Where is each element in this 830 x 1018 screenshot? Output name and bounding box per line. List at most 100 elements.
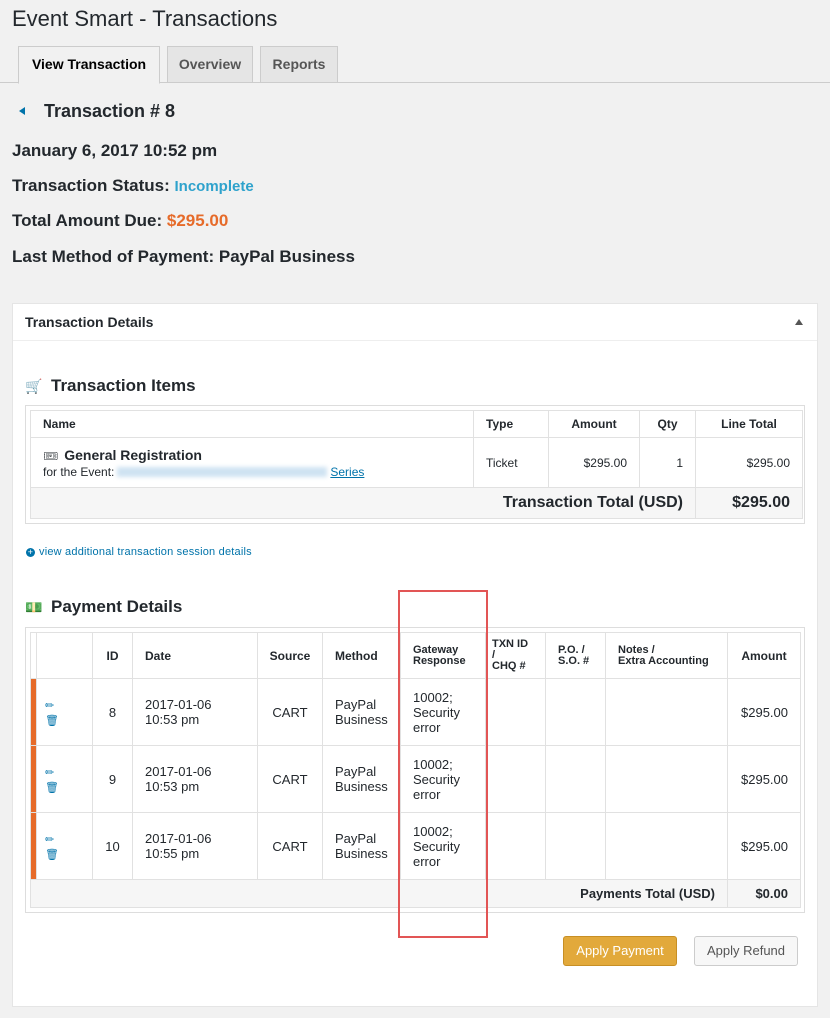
payments-total-label: Payments Total (USD) (30, 879, 728, 908)
plus-circle-icon: + (26, 546, 35, 557)
transaction-date: January 6, 2017 10:52 pm (12, 141, 218, 160)
table-row: ✏🗑 10 2017-01-06 10:55 pm CART PayPal Busi… (30, 812, 801, 880)
tab-bar: View Transaction Overview Reports (0, 46, 830, 84)
payment-amount: $295.00 (727, 678, 801, 746)
col-line-total: Line Total (695, 410, 803, 438)
trash-icon[interactable]: 🗑 (45, 782, 59, 794)
gateway-response: 10002; Security error (400, 678, 486, 746)
pencil-icon[interactable]: ✏ (45, 834, 54, 846)
ticket-icon: 🎟 (43, 448, 59, 463)
back-arrow-icon[interactable] (19, 107, 25, 115)
col-txn-id: TXN ID / CHQ # (485, 632, 546, 679)
event-link[interactable]: Series (330, 465, 364, 479)
panel-header[interactable]: Transaction Details (13, 304, 817, 341)
transaction-total-row: Transaction Total (USD) $295.00 (30, 487, 803, 519)
row-actions: ✏🗑 (36, 678, 93, 746)
payment-id: 9 (92, 745, 133, 813)
col-id: ID (92, 632, 133, 679)
transaction-status: Transaction Status: Incomplete (12, 176, 254, 196)
gateway-response: 10002; Security error (400, 745, 486, 813)
item-amount: $295.00 (548, 437, 640, 488)
col-source: Source (257, 632, 323, 679)
tab-reports[interactable]: Reports (260, 46, 338, 83)
pencil-icon[interactable]: ✏ (45, 700, 54, 712)
tab-overview[interactable]: Overview (167, 46, 253, 83)
col-name: Name (30, 410, 474, 438)
total-amount-due: Total Amount Due: $295.00 (12, 211, 228, 231)
payment-amount: $295.00 (727, 812, 801, 880)
notes (605, 812, 728, 880)
tab-view-transaction[interactable]: View Transaction (18, 46, 160, 84)
payment-source: CART (257, 678, 323, 746)
collapse-arrow-icon[interactable] (795, 319, 803, 325)
status-label: Transaction Status: (12, 176, 170, 195)
notes (605, 745, 728, 813)
trash-icon[interactable]: 🗑 (45, 849, 59, 861)
apply-refund-button[interactable]: Apply Refund (694, 936, 798, 966)
txn-id (485, 812, 546, 880)
po-so (545, 745, 606, 813)
payment-date: 2017-01-06 10:53 pm (132, 745, 258, 813)
transaction-details-panel: Transaction Details 🛒 Transaction Items N… (12, 303, 818, 1007)
payment-method: PayPal Business (322, 812, 401, 880)
po-so (545, 678, 606, 746)
transaction-total-value: $295.00 (695, 487, 803, 519)
payment-details-heading: 💵 Payment Details (25, 597, 183, 616)
due-label: Total Amount Due: (12, 211, 163, 230)
transaction-total-label: Transaction Total (USD) (30, 487, 696, 519)
payment-method: PayPal Business (322, 678, 401, 746)
col-date: Date (132, 632, 258, 679)
session-details-link[interactable]: + view additional transaction session det… (26, 546, 252, 558)
blurred-event-name (117, 467, 328, 478)
last-payment-method: Last Method of Payment: PayPal Business (12, 247, 355, 267)
col-notes: Notes / Extra Accounting (605, 632, 728, 679)
event-prefix: for the Event: (43, 464, 115, 479)
item-qty: 1 (639, 437, 696, 488)
table-row: ✏🗑 8 2017-01-06 10:53 pm CART PayPal Busin… (30, 678, 801, 746)
table-row: ✏🗑 9 2017-01-06 10:53 pm CART PayPal Busin… (30, 745, 801, 813)
payment-method: PayPal Business (322, 745, 401, 813)
item-line-total: $295.00 (695, 437, 803, 488)
row-actions: ✏🗑 (36, 812, 93, 880)
payment-id: 8 (92, 678, 133, 746)
due-value: $295.00 (166, 211, 229, 230)
gateway-response: 10002; Security error (400, 812, 486, 880)
col-actions (36, 632, 93, 679)
page-title: Event Smart - Transactions (12, 6, 278, 31)
notes (605, 678, 728, 746)
panel-title: Transaction Details (25, 314, 154, 330)
payments-total-row: Payments Total (USD) $0.00 (30, 879, 801, 908)
table-row: 🎟 General Registration for the Event: Seri… (30, 437, 803, 488)
payment-amount: $295.00 (727, 745, 801, 813)
transaction-title: Transaction # 8 (44, 101, 176, 121)
col-qty: Qty (639, 410, 696, 438)
payment-id: 10 (92, 812, 133, 880)
trash-icon[interactable]: 🗑 (45, 715, 59, 727)
col-po-so: P.O. / S.O. # (545, 632, 606, 679)
payment-details-table: ID Date Source Method Gateway Response TX… (25, 627, 805, 913)
txn-id (485, 678, 546, 746)
row-actions: ✏🗑 (36, 745, 93, 813)
col-method: Method (322, 632, 401, 679)
txn-id (485, 745, 546, 813)
transaction-items-heading: 🛒 Transaction Items (25, 376, 196, 395)
transaction-items-table: Name Type Amount Qty Line Total 🎟 General… (25, 405, 805, 524)
item-name-cell: 🎟 General Registration for the Event: Seri… (30, 437, 474, 488)
method-value: PayPal Business (218, 247, 355, 266)
payment-date: 2017-01-06 10:55 pm (132, 812, 258, 880)
col-pay-amount: Amount (727, 632, 801, 679)
status-badge: Incomplete (174, 178, 254, 195)
payment-source: CART (257, 812, 323, 880)
col-type: Type (473, 410, 549, 438)
pencil-icon[interactable]: ✏ (45, 767, 54, 779)
item-name: General Registration (64, 446, 202, 463)
money-icon: 💵 (25, 599, 43, 615)
cart-icon: 🛒 (25, 378, 43, 394)
payment-source: CART (257, 745, 323, 813)
method-label: Last Method of Payment: (12, 247, 215, 266)
payments-total-value: $0.00 (727, 879, 801, 908)
payment-date: 2017-01-06 10:53 pm (132, 678, 258, 746)
item-type: Ticket (473, 437, 549, 488)
apply-payment-button[interactable]: Apply Payment (563, 936, 677, 966)
col-amount: Amount (548, 410, 640, 438)
